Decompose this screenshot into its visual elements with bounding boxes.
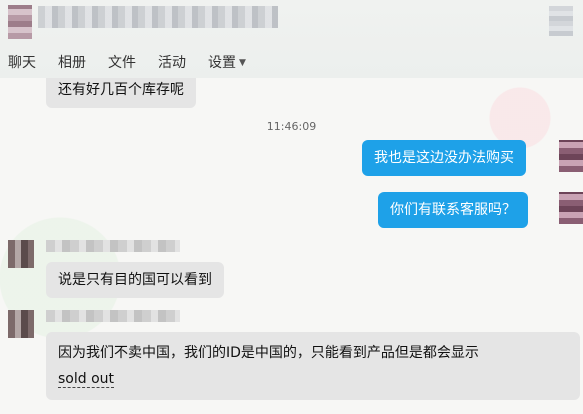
self-avatar[interactable]	[559, 140, 583, 172]
message-bubble: 还有好几百个库存呢	[46, 78, 196, 108]
tab-files[interactable]: 文件	[108, 52, 136, 72]
contact-avatar[interactable]	[8, 310, 34, 338]
chevron-down-icon: ▼	[239, 58, 246, 68]
tab-settings[interactable]: 设置 ▼	[208, 52, 246, 72]
tab-activity[interactable]: 活动	[158, 52, 186, 72]
self-avatar[interactable]	[559, 192, 583, 224]
message-bubble: 说是只有目的国可以看到	[46, 262, 224, 298]
chat-header: 聊天 相册 文件 活动 设置 ▼	[0, 0, 583, 81]
message-line: 因为我们不卖中国，我们的ID是中国的，只能看到产品但是都会显示	[58, 345, 479, 361]
timestamp: 11:46:09	[266, 120, 317, 133]
tab-album[interactable]: 相册	[58, 52, 86, 72]
tab-chat[interactable]: 聊天	[4, 52, 40, 81]
tab-bar: 聊天 相册 文件 活动 设置 ▼	[0, 46, 246, 81]
chat-area[interactable]: 还有好几百个库存呢 11:46:09 我也是这边没办法购买 你们有联系客服吗？ …	[0, 78, 583, 414]
sender-name-blurred	[46, 310, 180, 322]
message-line: sold out	[58, 366, 568, 392]
message-bubble: 我也是这边没办法购买	[362, 140, 526, 176]
contact-avatar[interactable]	[8, 5, 32, 39]
spellcheck-text: sold out	[58, 371, 115, 388]
contact-name-blurred	[38, 6, 278, 28]
tab-settings-label: 设置	[208, 55, 236, 71]
header-right-blurred-icon[interactable]	[549, 6, 573, 36]
message-bubble: 你们有联系客服吗？	[378, 192, 528, 228]
contact-avatar[interactable]	[8, 240, 34, 268]
message-bubble: 因为我们不卖中国，我们的ID是中国的，只能看到产品但是都会显示 sold out	[46, 332, 580, 400]
sender-name-blurred	[46, 240, 180, 252]
